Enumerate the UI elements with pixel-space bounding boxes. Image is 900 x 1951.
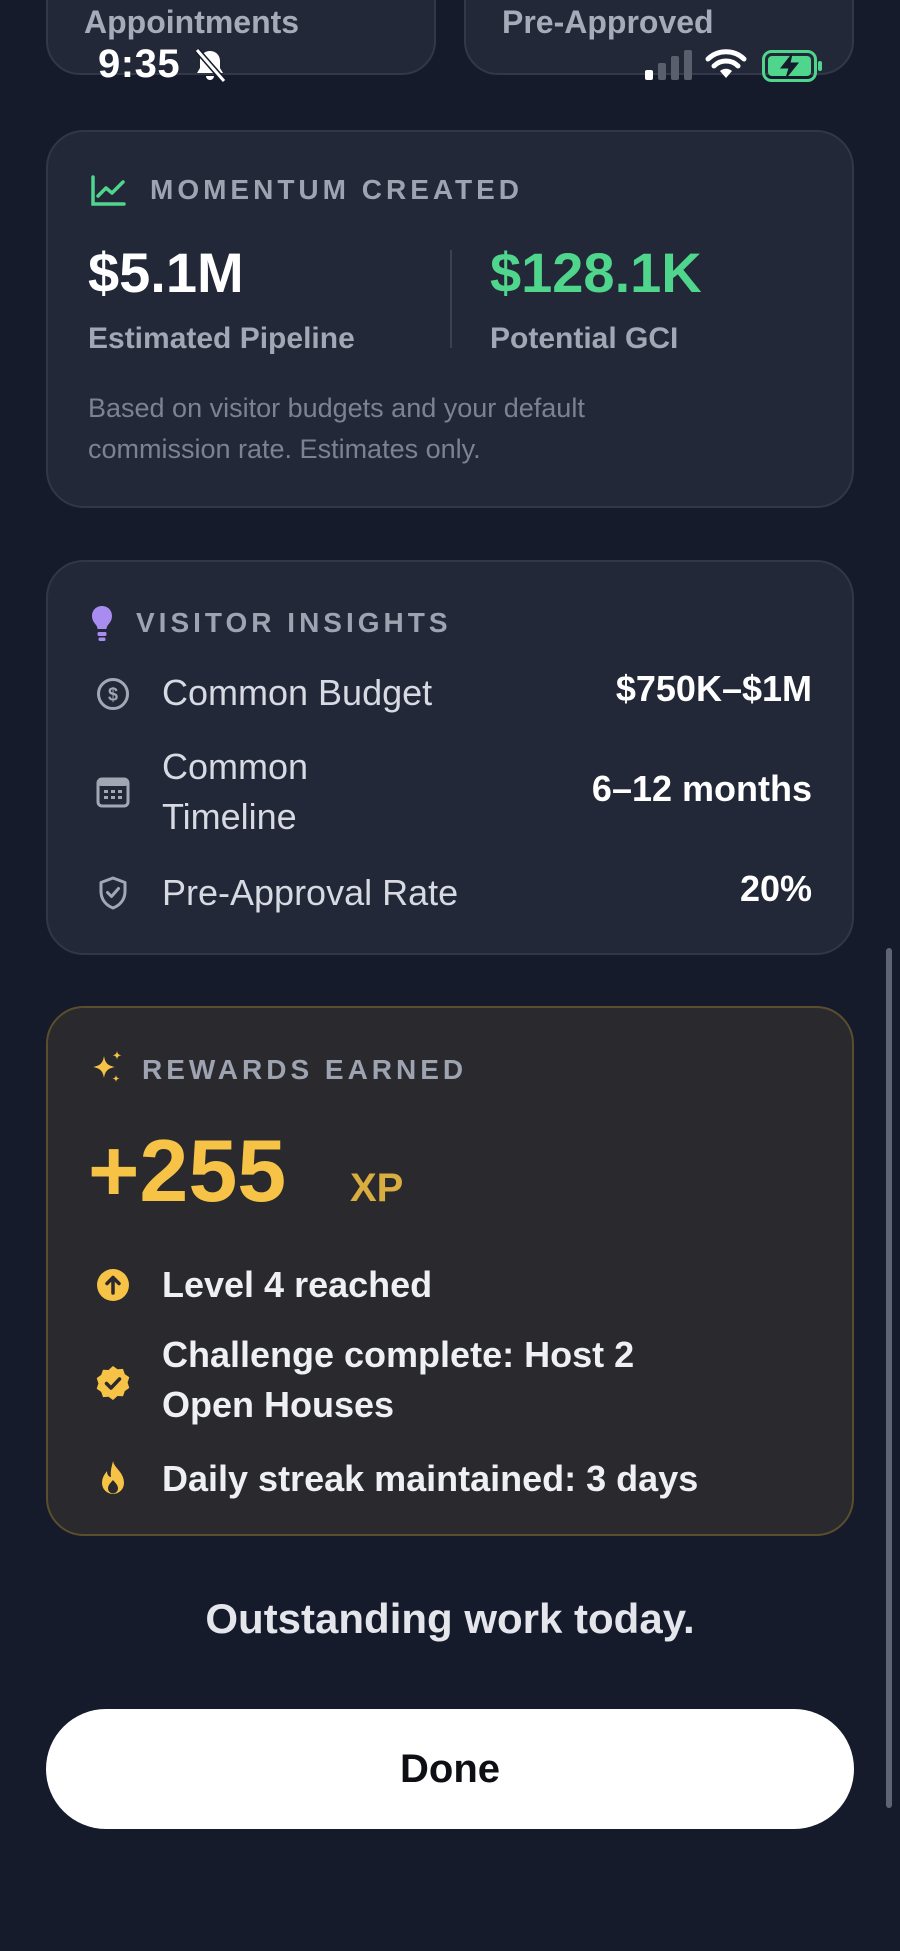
rewards-title: REWARDS EARNED [142,1054,468,1085]
cellular-signal-icon [645,50,693,85]
flame-icon [98,1460,128,1503]
scrollbar-thumb[interactable] [886,948,892,1808]
momentum-title: MOMENTUM CREATED [150,174,524,205]
check-badge-icon [94,1364,132,1407]
gci-value: $128.1K [490,241,702,304]
shield-check-icon [98,876,128,915]
metric-divider [450,250,452,348]
momentum-card: MOMENTUM CREATED $5.1M Estimated Pipelin… [46,130,854,508]
arrow-up-circle-icon [96,1268,130,1307]
closing-message: Outstanding work today. [205,1595,695,1642]
bell-slash-icon [193,48,227,89]
done-button[interactable]: Done [46,1709,854,1829]
pre-approved-label: Pre-Approved [502,4,714,40]
reward-item-challenge: Challenge complete: Host 2 Open Houses [162,1334,635,1425]
xp-unit: XP [350,1166,404,1210]
insight-label-budget: Common Budget [162,672,433,713]
dollar-circle-icon: $ [96,677,130,716]
insight-label-preapproval: Pre-Approval Rate [162,872,459,913]
visitor-insights-card: VISITOR INSIGHTS $ Common Budget $750K–$… [46,560,854,955]
reward-item-level: Level 4 reached [162,1264,433,1305]
rewards-card: REWARDS EARNED +255 XP Level 4 reached C… [46,1006,854,1536]
pipeline-value: $5.1M [88,241,244,304]
lightbulb-icon [90,604,114,649]
xp-value: +255 [88,1121,287,1220]
reward-item-streak: Daily streak maintained: 3 days [162,1458,699,1499]
svg-text:$: $ [108,685,118,705]
gci-label: Potential GCI [490,322,679,355]
trend-chart-icon [90,174,126,213]
insight-label-timeline: Common Timeline [162,746,309,837]
sparkles-icon [90,1050,124,1091]
appointments-label: Appointments [84,4,300,40]
insight-value-budget: $750K–$1M [615,668,812,709]
insights-title: VISITOR INSIGHTS [136,607,452,638]
pipeline-label: Estimated Pipeline [88,322,355,355]
calendar-icon [96,776,130,813]
wifi-icon [705,48,747,85]
estimate-note: Based on visitor budgets and your defaul… [88,393,585,464]
status-time: 9:35 [98,42,181,86]
insight-value-timeline: 6–12 months [591,768,812,809]
battery-charging-icon [762,50,824,87]
insight-value-preapproval: 20% [739,868,812,909]
